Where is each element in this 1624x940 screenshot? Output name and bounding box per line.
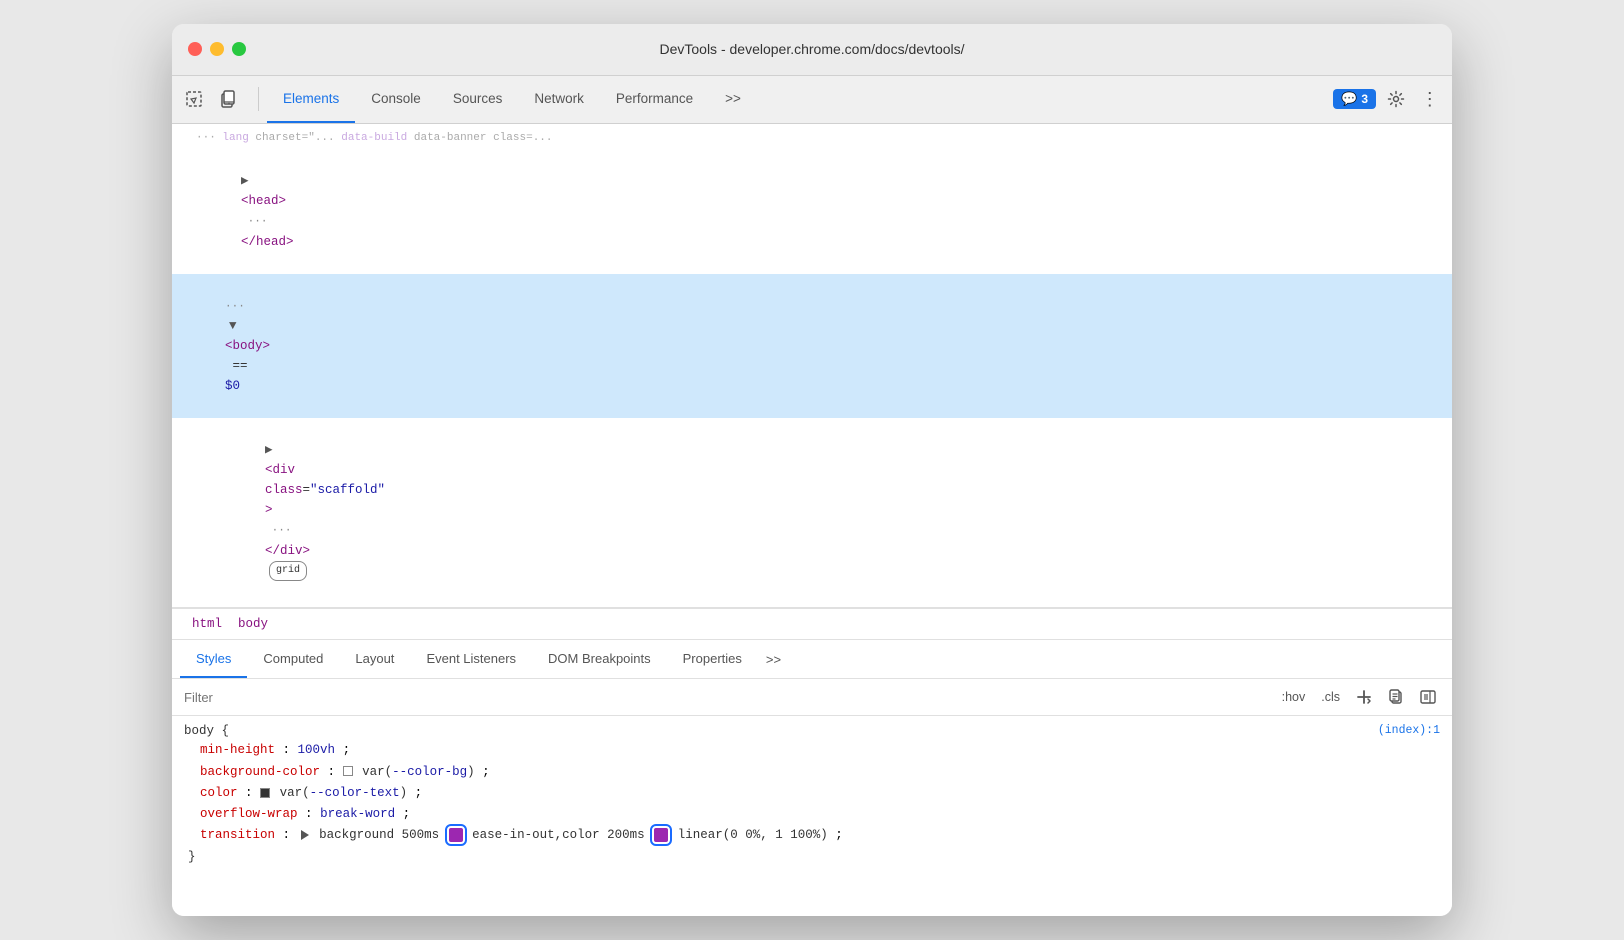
copy-style-button[interactable] <box>1384 685 1408 709</box>
transition-swatch-2[interactable] <box>654 828 668 842</box>
close-button[interactable] <box>188 42 202 56</box>
minimize-button[interactable] <box>210 42 224 56</box>
breadcrumb-html[interactable]: html <box>184 615 230 633</box>
sub-tab-layout[interactable]: Layout <box>339 640 410 678</box>
css-prop-overflow-wrap: overflow-wrap : break-word ; <box>184 804 1440 825</box>
dom-line-head[interactable]: ▶ <head> ··· </head> <box>172 149 1452 274</box>
traffic-lights <box>188 42 246 56</box>
sub-tab-dom-breakpoints[interactable]: DOM Breakpoints <box>532 640 667 678</box>
hov-button[interactable]: :hov <box>1278 688 1310 706</box>
dom-line-body[interactable]: ··· ▼ <body> == $0 <box>172 274 1452 419</box>
window-title: DevTools - developer.chrome.com/docs/dev… <box>659 41 964 57</box>
devtools-window: DevTools - developer.chrome.com/docs/dev… <box>172 24 1452 917</box>
toolbar-divider <box>258 87 259 111</box>
device-toggle-icon[interactable] <box>214 85 242 113</box>
tab-performance[interactable]: Performance <box>600 75 709 123</box>
devtools-toolbar: Elements Console Sources Network Perform… <box>172 76 1452 124</box>
tab-console[interactable]: Console <box>355 75 437 123</box>
css-prop-min-height: min-height : 100vh ; <box>184 740 1440 761</box>
toolbar-right: 💬 3 ⋮ <box>1333 85 1444 113</box>
main-tab-list: Elements Console Sources Network Perform… <box>267 75 1329 123</box>
notification-badge[interactable]: 💬 3 <box>1333 89 1376 109</box>
titlebar: DevTools - developer.chrome.com/docs/dev… <box>172 24 1452 76</box>
breadcrumb-body[interactable]: body <box>230 615 276 633</box>
dom-line-div[interactable]: ▶ <div class="scaffold" > ··· </div> gri… <box>172 418 1452 603</box>
transition-expand-icon[interactable] <box>301 830 309 840</box>
toolbar-icons <box>180 85 242 113</box>
add-style-button[interactable] <box>1352 685 1376 709</box>
transition-swatch-1[interactable] <box>449 828 463 842</box>
css-rule-block: (index):1 body { min-height : 100vh ; ba… <box>184 724 1440 868</box>
source-link[interactable]: (index):1 <box>1378 724 1440 737</box>
filter-input[interactable] <box>184 690 1278 705</box>
tab-sources[interactable]: Sources <box>437 75 519 123</box>
tab-elements[interactable]: Elements <box>267 75 355 123</box>
css-prop-color: color : var(--color-text) ; <box>184 783 1440 804</box>
css-content: (index):1 body { min-height : 100vh ; ba… <box>172 716 1452 916</box>
sidebar-toggle-button[interactable] <box>1416 685 1440 709</box>
maximize-button[interactable] <box>232 42 246 56</box>
chat-icon: 💬 <box>1341 91 1357 107</box>
bg-color-swatch[interactable] <box>343 766 353 776</box>
sub-tab-more[interactable]: >> <box>758 640 789 678</box>
text-color-swatch[interactable] <box>260 788 270 798</box>
css-closing-brace: } <box>184 847 1440 868</box>
cls-button[interactable]: .cls <box>1317 688 1344 706</box>
dom-panel: ··· lang charset="... data-build data-ba… <box>172 124 1452 609</box>
grid-badge[interactable]: grid <box>269 561 307 581</box>
sub-tabs: Styles Computed Layout Event Listeners D… <box>172 640 1452 679</box>
dom-line-head-prev: ··· lang charset="... data-build data-ba… <box>172 128 1452 150</box>
tab-network[interactable]: Network <box>518 75 600 123</box>
sub-tab-properties[interactable]: Properties <box>667 640 758 678</box>
filter-right: :hov .cls <box>1278 685 1440 709</box>
css-prop-transition: transition : background 500ms ease-in-ou… <box>184 825 1440 846</box>
settings-button[interactable] <box>1382 85 1410 113</box>
filter-bar: :hov .cls <box>172 679 1452 716</box>
element-picker-icon[interactable] <box>180 85 208 113</box>
sub-tab-styles[interactable]: Styles <box>180 640 247 678</box>
sub-tab-event-listeners[interactable]: Event Listeners <box>410 640 532 678</box>
breadcrumb-bar: html body <box>172 608 1452 640</box>
tab-more[interactable]: >> <box>709 75 757 123</box>
sub-tab-computed[interactable]: Computed <box>247 640 339 678</box>
css-selector: body { <box>184 724 1440 738</box>
more-options-button[interactable]: ⋮ <box>1416 85 1444 113</box>
css-prop-background-color: background-color : var(--color-bg) ; <box>184 762 1440 783</box>
